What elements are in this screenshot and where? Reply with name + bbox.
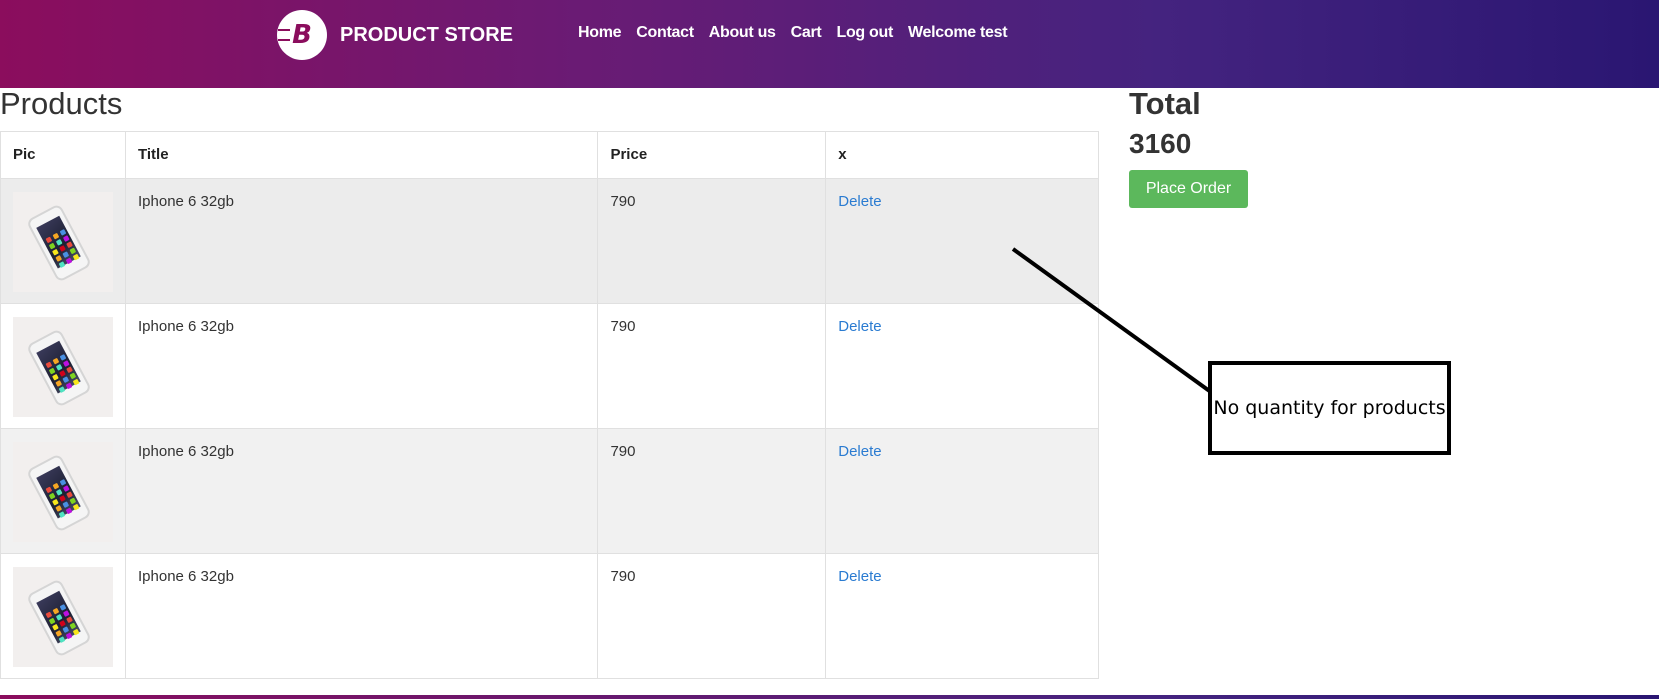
annotation-text: No quantity for products: [1213, 397, 1446, 419]
annotation-arrow: [1011, 247, 1217, 397]
footer-bar: [0, 695, 1659, 699]
annotation-arrow-line: [1011, 247, 1217, 397]
annotation-callout: No quantity for products: [1208, 361, 1451, 455]
